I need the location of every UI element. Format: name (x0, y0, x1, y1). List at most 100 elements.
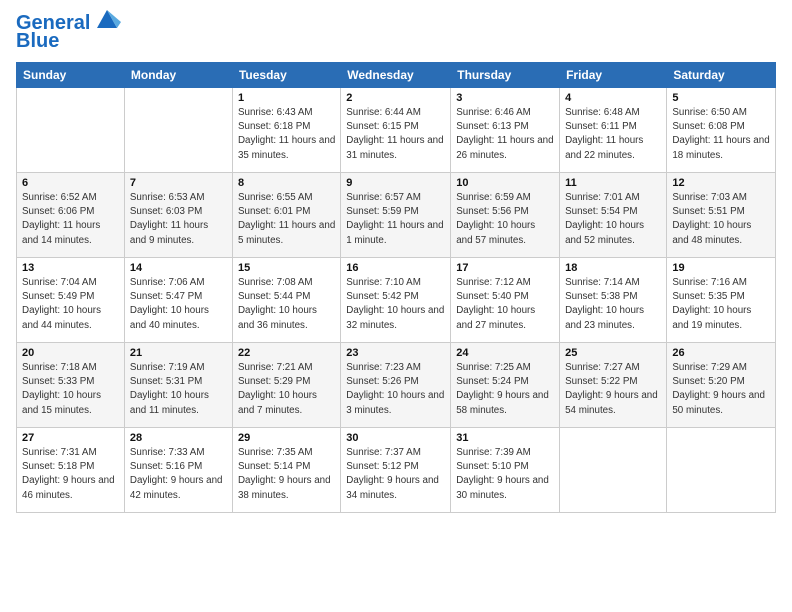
day-cell: 19Sunrise: 7:16 AMSunset: 5:35 PMDayligh… (667, 258, 776, 343)
day-cell: 27 Sunrise: 7:31 AMSunset: 5:18 PMDayligh… (17, 428, 125, 513)
day-number: 11 (565, 177, 661, 189)
day-cell: 20Sunrise: 7:18 AMSunset: 5:33 PMDayligh… (17, 343, 125, 428)
day-cell: 8 Sunrise: 6:55 AMSunset: 6:01 PMDaylight… (232, 173, 340, 258)
day-info: Sunrise: 6:52 AMSunset: 6:06 PMDaylight:… (22, 191, 119, 248)
day-number: 18 (565, 262, 661, 274)
day-cell: 4Sunrise: 6:48 AMSunset: 6:11 PMDaylight… (560, 88, 667, 173)
day-number: 4 (565, 92, 661, 104)
day-info: Sunrise: 7:29 AMSunset: 5:20 PMDaylight:… (672, 361, 770, 418)
day-number: 29 (238, 432, 335, 444)
day-info: Sunrise: 7:04 AMSunset: 5:49 PMDaylight:… (22, 276, 119, 333)
day-info: Sunrise: 7:06 AMSunset: 5:47 PMDaylight:… (130, 276, 227, 333)
day-info: Sunrise: 6:46 AMSunset: 6:13 PMDaylight:… (456, 106, 554, 163)
day-info: Sunrise: 7:16 AMSunset: 5:35 PMDaylight:… (672, 276, 770, 333)
day-info: Sunrise: 7:35 AMSunset: 5:14 PMDaylight:… (238, 446, 335, 503)
day-cell: 10 Sunrise: 6:59 AMSunset: 5:56 PMDayligh… (451, 173, 560, 258)
day-info: Sunrise: 7:31 AMSunset: 5:18 PMDaylight:… (22, 446, 119, 503)
day-cell: 13 Sunrise: 7:04 AMSunset: 5:49 PMDayligh… (17, 258, 125, 343)
page: General Blue SundayMondayTuesdayWednesda… (0, 0, 792, 612)
day-cell (124, 88, 232, 173)
day-cell: 3 Sunrise: 6:46 AMSunset: 6:13 PMDaylight… (451, 88, 560, 173)
day-info: Sunrise: 7:21 AMSunset: 5:29 PMDaylight:… (238, 361, 335, 418)
day-number: 15 (238, 262, 335, 274)
calendar-table: SundayMondayTuesdayWednesdayThursdayFrid… (16, 62, 776, 513)
day-info: Sunrise: 7:25 AMSunset: 5:24 PMDaylight:… (456, 361, 554, 418)
day-number: 5 (672, 92, 770, 104)
day-number: 21 (130, 347, 227, 359)
day-info: Sunrise: 7:03 AMSunset: 5:51 PMDaylight:… (672, 191, 770, 248)
day-info: Sunrise: 7:27 AMSunset: 5:22 PMDaylight:… (565, 361, 661, 418)
week-row-3: 13 Sunrise: 7:04 AMSunset: 5:49 PMDayligh… (17, 258, 776, 343)
day-info: Sunrise: 6:43 AMSunset: 6:18 PMDaylight:… (238, 106, 335, 163)
day-info: Sunrise: 7:39 AMSunset: 5:10 PMDaylight:… (456, 446, 554, 503)
col-header-tuesday: Tuesday (232, 63, 340, 88)
day-cell: 16Sunrise: 7:10 AMSunset: 5:42 PMDayligh… (341, 258, 451, 343)
day-cell: 12 Sunrise: 7:03 AMSunset: 5:51 PMDayligh… (667, 173, 776, 258)
day-number: 26 (672, 347, 770, 359)
day-cell: 28 Sunrise: 7:33 AMSunset: 5:16 PMDayligh… (124, 428, 232, 513)
day-info: Sunrise: 6:44 AMSunset: 6:15 PMDaylight:… (346, 106, 445, 163)
day-number: 2 (346, 92, 445, 104)
day-number: 1 (238, 92, 335, 104)
day-info: Sunrise: 6:57 AMSunset: 5:59 PMDaylight:… (346, 191, 445, 248)
day-info: Sunrise: 6:50 AMSunset: 6:08 PMDaylight:… (672, 106, 770, 163)
day-info: Sunrise: 6:53 AMSunset: 6:03 PMDaylight:… (130, 191, 227, 248)
day-number: 23 (346, 347, 445, 359)
week-row-2: 6Sunrise: 6:52 AMSunset: 6:06 PMDaylight… (17, 173, 776, 258)
col-header-sunday: Sunday (17, 63, 125, 88)
day-cell: 24 Sunrise: 7:25 AMSunset: 5:24 PMDayligh… (451, 343, 560, 428)
day-cell: 18 Sunrise: 7:14 AMSunset: 5:38 PMDayligh… (560, 258, 667, 343)
day-info: Sunrise: 7:33 AMSunset: 5:16 PMDaylight:… (130, 446, 227, 503)
day-number: 9 (346, 177, 445, 189)
day-cell: 11 Sunrise: 7:01 AMSunset: 5:54 PMDayligh… (560, 173, 667, 258)
day-cell: 6Sunrise: 6:52 AMSunset: 6:06 PMDaylight… (17, 173, 125, 258)
day-info: Sunrise: 6:55 AMSunset: 6:01 PMDaylight:… (238, 191, 335, 248)
day-cell: 5 Sunrise: 6:50 AMSunset: 6:08 PMDaylight… (667, 88, 776, 173)
day-cell: 9 Sunrise: 6:57 AMSunset: 5:59 PMDaylight… (341, 173, 451, 258)
day-info: Sunrise: 7:18 AMSunset: 5:33 PMDaylight:… (22, 361, 119, 418)
col-header-saturday: Saturday (667, 63, 776, 88)
day-number: 3 (456, 92, 554, 104)
day-info: Sunrise: 7:08 AMSunset: 5:44 PMDaylight:… (238, 276, 335, 333)
day-number: 17 (456, 262, 554, 274)
week-row-5: 27 Sunrise: 7:31 AMSunset: 5:18 PMDayligh… (17, 428, 776, 513)
day-number: 7 (130, 177, 227, 189)
day-cell: 31 Sunrise: 7:39 AMSunset: 5:10 PMDayligh… (451, 428, 560, 513)
day-cell: 22 Sunrise: 7:21 AMSunset: 5:29 PMDayligh… (232, 343, 340, 428)
day-cell: 26 Sunrise: 7:29 AMSunset: 5:20 PMDayligh… (667, 343, 776, 428)
day-cell: 23 Sunrise: 7:23 AMSunset: 5:26 PMDayligh… (341, 343, 451, 428)
day-cell: 17 Sunrise: 7:12 AMSunset: 5:40 PMDayligh… (451, 258, 560, 343)
day-info: Sunrise: 7:19 AMSunset: 5:31 PMDaylight:… (130, 361, 227, 418)
day-number: 24 (456, 347, 554, 359)
logo: General Blue (16, 12, 121, 52)
day-cell: 14Sunrise: 7:06 AMSunset: 5:47 PMDayligh… (124, 258, 232, 343)
day-number: 28 (130, 432, 227, 444)
day-info: Sunrise: 7:01 AMSunset: 5:54 PMDaylight:… (565, 191, 661, 248)
day-number: 31 (456, 432, 554, 444)
day-info: Sunrise: 7:12 AMSunset: 5:40 PMDaylight:… (456, 276, 554, 333)
day-number: 12 (672, 177, 770, 189)
day-info: Sunrise: 7:37 AMSunset: 5:12 PMDaylight:… (346, 446, 445, 503)
day-info: Sunrise: 7:14 AMSunset: 5:38 PMDaylight:… (565, 276, 661, 333)
day-number: 13 (22, 262, 119, 274)
day-number: 8 (238, 177, 335, 189)
day-number: 25 (565, 347, 661, 359)
col-header-friday: Friday (560, 63, 667, 88)
week-row-4: 20Sunrise: 7:18 AMSunset: 5:33 PMDayligh… (17, 343, 776, 428)
day-info: Sunrise: 6:59 AMSunset: 5:56 PMDaylight:… (456, 191, 554, 248)
day-cell: 30 Sunrise: 7:37 AMSunset: 5:12 PMDayligh… (341, 428, 451, 513)
day-number: 27 (22, 432, 119, 444)
day-cell: 7 Sunrise: 6:53 AMSunset: 6:03 PMDaylight… (124, 173, 232, 258)
day-cell (17, 88, 125, 173)
day-cell: 21 Sunrise: 7:19 AMSunset: 5:31 PMDayligh… (124, 343, 232, 428)
day-number: 22 (238, 347, 335, 359)
logo-icon (93, 6, 121, 34)
day-info: Sunrise: 7:10 AMSunset: 5:42 PMDaylight:… (346, 276, 445, 333)
calendar-header-row: SundayMondayTuesdayWednesdayThursdayFrid… (17, 63, 776, 88)
day-cell: 25 Sunrise: 7:27 AMSunset: 5:22 PMDayligh… (560, 343, 667, 428)
day-number: 10 (456, 177, 554, 189)
day-cell: 29 Sunrise: 7:35 AMSunset: 5:14 PMDayligh… (232, 428, 340, 513)
day-info: Sunrise: 7:23 AMSunset: 5:26 PMDaylight:… (346, 361, 445, 418)
day-number: 30 (346, 432, 445, 444)
day-cell: 2 Sunrise: 6:44 AMSunset: 6:15 PMDaylight… (341, 88, 451, 173)
